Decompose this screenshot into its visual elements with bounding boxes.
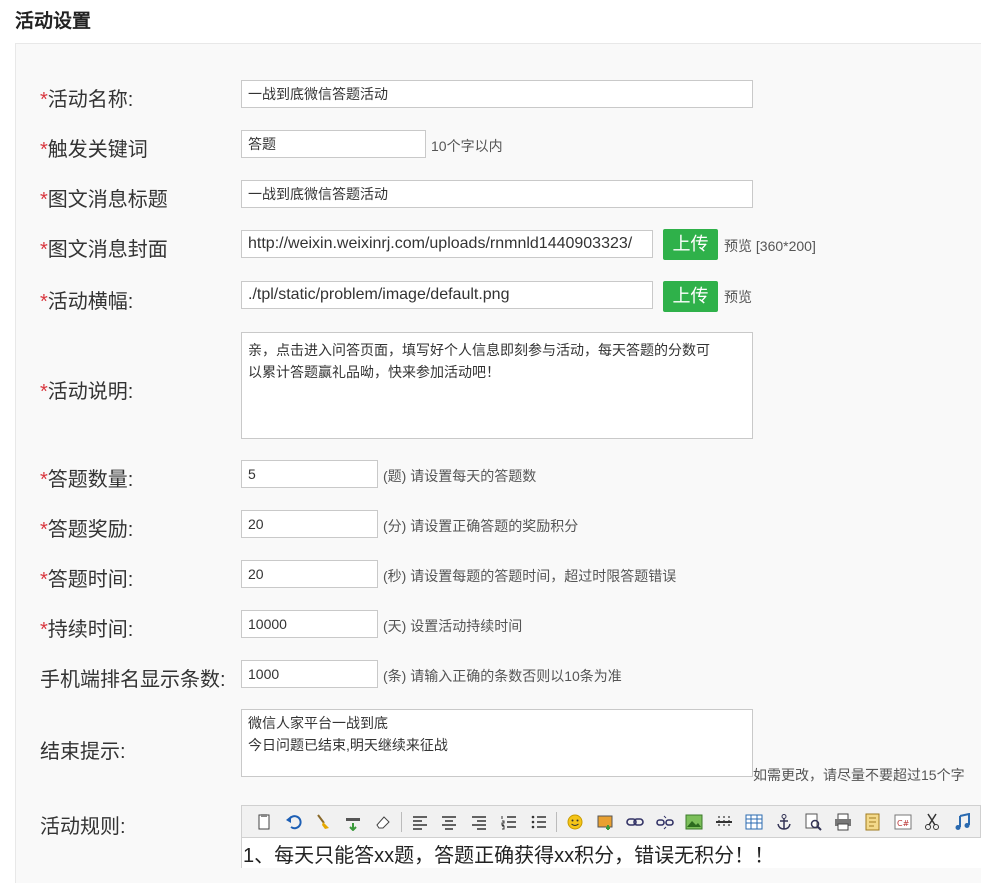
description-line-2: 以累计答题赢礼品呦，快来参加活动吧！ [248, 364, 500, 380]
label-question-count: *答题数量: [40, 469, 134, 491]
label-banner: *活动横幅: [40, 291, 134, 313]
code-icon[interactable]: C# [891, 810, 915, 834]
format-brush-icon[interactable] [312, 810, 336, 834]
end-tip-line-2: 今日问题已结束,明天继续来征战 [248, 737, 448, 753]
reward-input[interactable]: 20 [241, 510, 378, 538]
label-reward: *答题奖励: [40, 519, 134, 541]
label-answer-time: *答题时间: [40, 569, 134, 591]
print-icon[interactable] [831, 810, 855, 834]
cut-icon[interactable] [920, 810, 944, 834]
svg-text:C#: C# [897, 819, 910, 828]
insert-image-icon[interactable] [593, 810, 617, 834]
banner-preview-link[interactable]: 预览 [724, 287, 752, 307]
ordered-list-icon[interactable] [497, 810, 521, 834]
answer-time-hint: (秒) 请设置每题的答题时间，超过时限答题错误 [383, 568, 677, 584]
template-icon[interactable] [861, 810, 885, 834]
label-news-title: *图文消息标题 [40, 189, 168, 211]
paste-icon[interactable] [252, 810, 276, 834]
label-rank-count: 手机端排名显示条数: [40, 669, 226, 691]
undo-icon[interactable] [282, 810, 306, 834]
preview-icon[interactable] [801, 810, 825, 834]
align-right-icon[interactable] [467, 810, 491, 834]
align-left-icon[interactable] [408, 810, 432, 834]
insert-row-icon[interactable] [341, 810, 365, 834]
table-icon[interactable] [742, 810, 766, 834]
news-cover-input[interactable]: http://weixin.weixinrj.com/uploads/rnmnl… [241, 230, 653, 258]
music-icon[interactable] [950, 810, 974, 834]
eraser-icon[interactable] [371, 810, 395, 834]
toolbar-separator [556, 811, 558, 832]
keyword-input[interactable]: 答题 [241, 130, 426, 158]
link-icon[interactable] [623, 810, 647, 834]
rank-count-hint: (条) 请输入正确的条数否则以10条为准 [383, 668, 622, 684]
question-count-hint: (题) 请设置每天的答题数 [383, 468, 537, 484]
activity-name-input[interactable]: 一战到底微信答题活动 [241, 80, 753, 108]
end-tip-hint: 如需更改，请尽量不要超过15个字 [753, 767, 965, 783]
image-icon[interactable] [682, 810, 706, 834]
emoticon-icon[interactable] [563, 810, 587, 834]
question-count-input[interactable]: 5 [241, 460, 378, 488]
label-duration: *持续时间: [40, 619, 134, 641]
label-description: *活动说明: [40, 381, 134, 403]
description-textarea[interactable]: 亲，点击进入问答页面，填写好个人信息即刻参与活动，每天答题的分数可 以累计答题赢… [241, 332, 753, 439]
upload-banner-button[interactable]: 上传 [663, 281, 718, 312]
duration-input[interactable]: 10000 [241, 610, 378, 638]
label-end-tip: 结束提示: [40, 741, 126, 763]
cover-preview-link[interactable]: 预览 [360*200] [724, 236, 816, 256]
hr-icon[interactable] [712, 810, 736, 834]
unlink-icon[interactable] [653, 810, 677, 834]
anchor-icon[interactable] [772, 810, 796, 834]
label-rules: 活动规则: [40, 816, 126, 838]
keyword-hint: 10个字以内 [431, 138, 503, 154]
banner-input[interactable]: ./tpl/static/problem/image/default.png [241, 281, 653, 309]
align-center-icon[interactable] [437, 810, 461, 834]
unordered-list-icon[interactable] [527, 810, 551, 834]
editor-toolbar: C# [241, 805, 981, 838]
label-activity-name: *活动名称: [40, 89, 134, 111]
upload-cover-button[interactable]: 上传 [663, 229, 718, 260]
reward-hint: (分) 请设置正确答题的奖励积分 [383, 518, 579, 534]
rank-count-input[interactable]: 1000 [241, 660, 378, 688]
description-line-1: 亲，点击进入问答页面，填写好个人信息即刻参与活动，每天答题的分数可 [248, 342, 710, 358]
toolbar-separator [400, 811, 402, 832]
answer-time-input[interactable]: 20 [241, 560, 378, 588]
end-tip-line-1: 微信人家平台一战到底 [248, 715, 388, 731]
label-news-cover: *图文消息封面 [40, 239, 168, 261]
page-title: 活动设置 [15, 11, 92, 32]
rules-editor-content: 1、每天只能答xx题，答题正确获得xx积分，错误无积分！！ [243, 845, 775, 867]
label-trigger-keyword: *触发关键词 [40, 139, 148, 161]
end-tip-textarea[interactable]: 微信人家平台一战到底 今日问题已结束,明天继续来征战 [241, 709, 753, 777]
duration-hint: (天) 设置活动持续时间 [383, 618, 523, 634]
news-title-input[interactable]: 一战到底微信答题活动 [241, 180, 753, 208]
